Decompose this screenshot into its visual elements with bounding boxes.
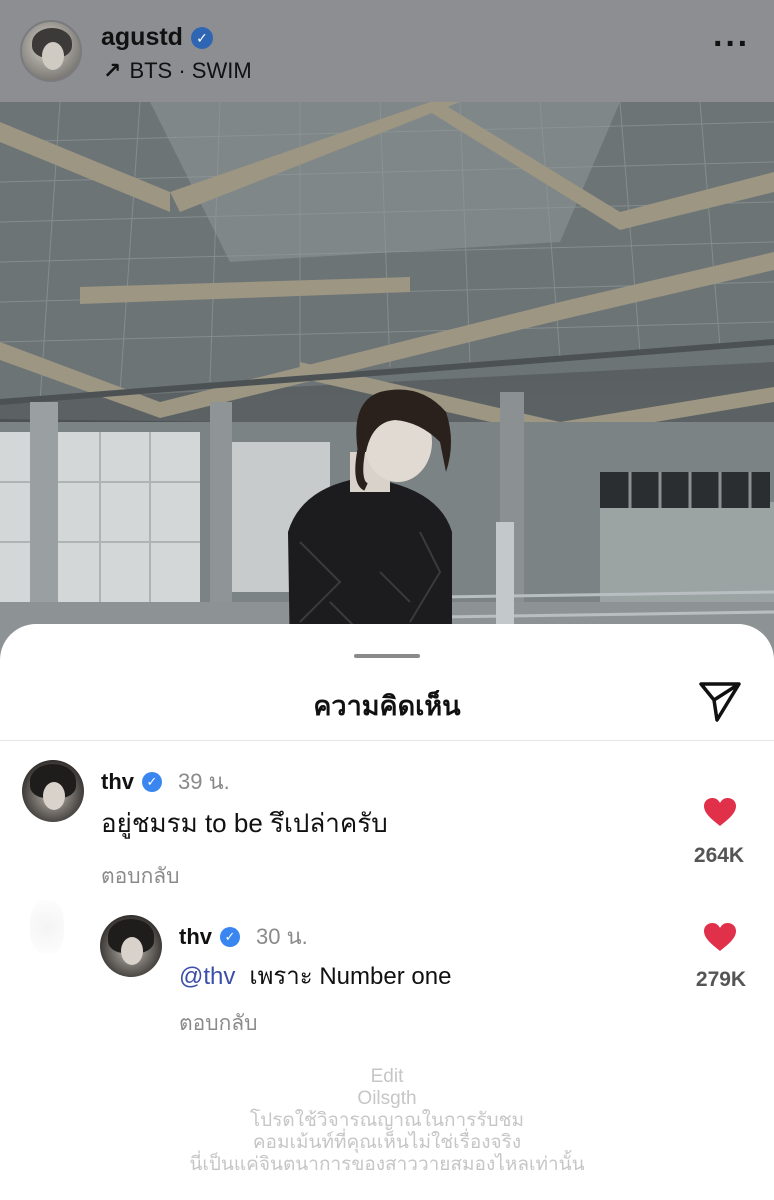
reply-time: 30 น. [256,924,308,949]
reply-username[interactable]: thv [179,924,212,950]
send-icon[interactable] [697,678,743,724]
more-dots-icon[interactable]: ··· [713,27,750,61]
divider [0,740,774,741]
reply-mention[interactable]: @thv [179,963,235,990]
heart-icon[interactable] [703,797,737,827]
reply-button[interactable]: ตอบกลับ [179,1007,258,1040]
verified-badge-icon: ✓ [142,771,162,792]
comment-avatar[interactable] [22,760,84,822]
like-count: 264K [693,844,745,867]
reply-avatar[interactable] [100,915,162,977]
reply-header: thv ✓ 30 น. [179,919,308,954]
reply-text-line: @thv เพราะ Number one [179,956,451,995]
watermark: Edit Oilsgth โปรดใช้วิจารณญาณในการรับชม … [0,1066,774,1176]
faded-avatar [30,900,64,954]
watermark-line: Oilsgth [357,1088,417,1109]
comment-username[interactable]: thv [101,769,134,795]
reply-button[interactable]: ตอบกลับ [101,860,180,893]
warehouse-photo [0,102,774,662]
comment-header: thv ✓ 39 น. [101,764,230,799]
comment-text: อยู่ชมรม to be รึเปล่าครับ [101,808,388,838]
avatar-face [42,42,64,70]
watermark-line: Edit [370,1066,404,1087]
watermark-line: โปรดใช้วิจารณญาณในการรับชม [249,1110,525,1131]
verified-badge-icon: ✓ [190,26,213,49]
avatar-face [121,937,143,965]
arrow-up-right-icon: ↗ [103,58,122,83]
post-photo[interactable] [0,102,774,662]
post-username[interactable]: agustd [101,23,183,52]
post-subtitle[interactable]: ↗ BTS · SWIM [103,58,252,84]
drag-handle[interactable] [354,654,420,658]
post-subtitle-text: BTS · SWIM [129,58,252,83]
avatar-face [43,782,65,810]
like-count: 279K [695,968,747,991]
post-author-avatar[interactable] [20,20,82,82]
watermark-line: คอมเม้นท์ที่คุณเห็นไม่ใช่เรื่องจริง [252,1132,522,1153]
post-author[interactable]: agustd ✓ [101,23,213,52]
reply-text: เพราะ Number one [249,963,452,990]
heart-icon[interactable] [703,922,737,952]
comments-title: ความคิดเห็น [313,691,461,721]
watermark-line: นี่เป็นแค่จินตนาการของสาววายสมองไหลเท่าน… [189,1154,585,1175]
post-header: agustd ✓ ↗ BTS · SWIM ··· [0,0,774,102]
comment-time: 39 น. [178,769,230,794]
verified-badge-icon: ✓ [220,926,240,947]
